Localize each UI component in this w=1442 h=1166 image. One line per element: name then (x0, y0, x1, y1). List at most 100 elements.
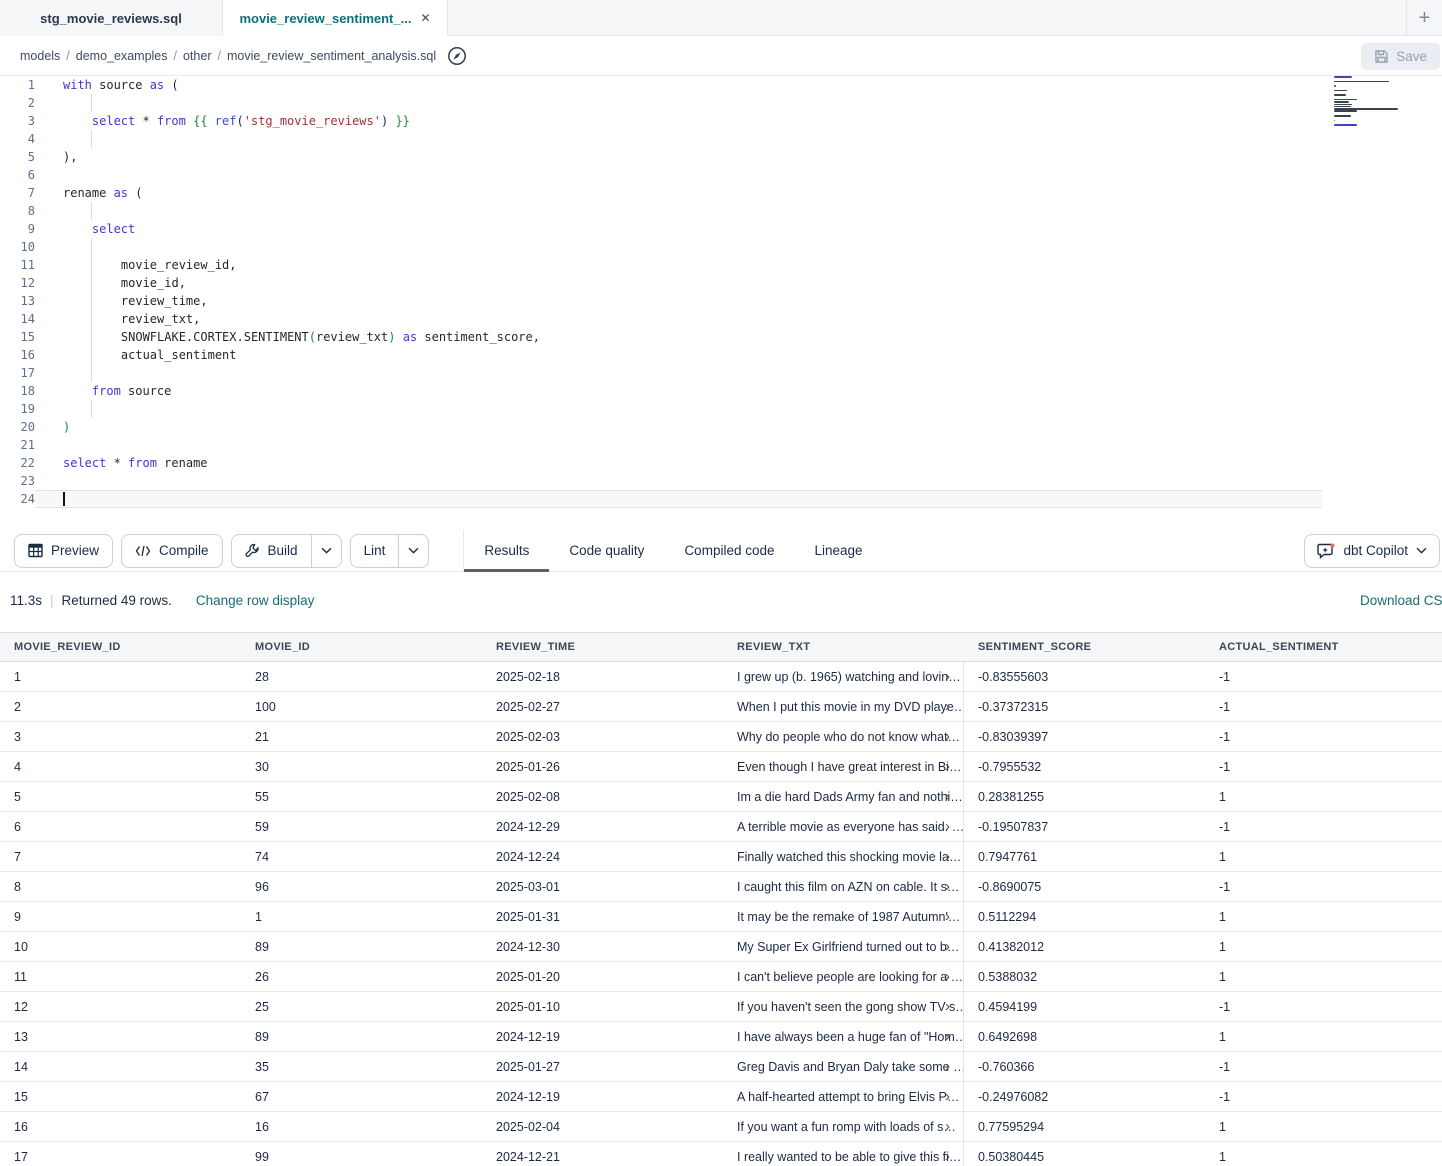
expand-review-icon[interactable]: › (945, 782, 950, 811)
expand-review-icon[interactable]: › (945, 1142, 950, 1166)
table-cell: 2025-02-18 (482, 662, 723, 692)
compile-label: Compile (159, 543, 209, 558)
review-txt-cell[interactable]: When I put this movie in my DVD playe…› (723, 692, 964, 722)
code-token: ) (63, 420, 70, 434)
file-tab-0[interactable]: stg_movie_reviews.sql (0, 0, 223, 36)
expand-review-icon[interactable]: › (945, 932, 950, 961)
table-cell: 2025-01-26 (482, 752, 723, 782)
lint-button[interactable]: Lint (351, 535, 399, 567)
expand-review-icon[interactable]: › (945, 692, 950, 721)
column-header-sentiment_score: SENTIMENT_SCORE (964, 633, 1205, 661)
code-editor[interactable]: 1with source as (23 select * from {{ ref… (0, 76, 1442, 530)
expand-review-icon[interactable]: › (945, 662, 950, 691)
expand-review-icon[interactable]: › (945, 722, 950, 751)
table-cell: 35 (241, 1052, 482, 1082)
table-row: 17992024-12-21I really wanted to be able… (0, 1142, 1442, 1166)
table-cell: 1 (1205, 1112, 1442, 1142)
line-code (35, 490, 1322, 508)
expand-review-icon[interactable]: › (945, 752, 950, 781)
expand-review-icon[interactable]: › (945, 842, 950, 871)
review-txt-cell[interactable]: I can't believe people are looking for a… (723, 962, 964, 992)
cell-value: 2025-02-18 (496, 670, 560, 684)
minimap-line (1334, 94, 1346, 96)
expand-review-icon[interactable]: › (945, 1112, 950, 1141)
tab-compiled-code[interactable]: Compiled code (664, 530, 794, 572)
cell-value: 1 (1219, 970, 1226, 984)
review-txt-cell[interactable]: Im a die hard Dads Army fan and nothi…› (723, 782, 964, 812)
tab-results[interactable]: Results (464, 530, 549, 572)
table-cell: 1 (1205, 782, 1442, 812)
editor-line: 23 (0, 472, 1442, 490)
compass-icon[interactable] (446, 45, 468, 67)
table-cell: 89 (241, 932, 482, 962)
expand-review-icon[interactable]: › (945, 872, 950, 901)
review-txt-cell[interactable]: Greg Davis and Bryan Daly take some …› (723, 1052, 964, 1082)
review-txt-cell[interactable]: If you want a fun romp with loads of s…› (723, 1112, 964, 1142)
tab-code-quality[interactable]: Code quality (549, 530, 664, 572)
cell-value: 12 (14, 1000, 28, 1014)
cell-value: 15 (14, 1090, 28, 1104)
cell-value: 59 (255, 820, 269, 834)
expand-review-icon[interactable]: › (945, 962, 950, 991)
lint-button-group: Lint (350, 534, 430, 568)
editor-line: 12 movie_id, (0, 274, 1442, 292)
minimap-line (1334, 124, 1357, 126)
expand-review-icon[interactable]: › (945, 1082, 950, 1111)
review-txt-cell[interactable]: It may be the remake of 1987 Autumn'…› (723, 902, 964, 932)
cell-value: 0.4594199 (978, 1000, 1037, 1014)
line-code: ) (35, 418, 1322, 436)
table-cell: 55 (241, 782, 482, 812)
preview-button[interactable]: Preview (14, 534, 113, 568)
cell-value: 2024-12-19 (496, 1030, 560, 1044)
download-csv-link[interactable]: Download CSV (1360, 593, 1442, 608)
tab-lineage[interactable]: Lineage (795, 530, 883, 572)
result-tab-label: Results (484, 543, 529, 558)
compile-button[interactable]: Compile (121, 534, 223, 568)
table-cell: 0.5112294 (964, 902, 1205, 932)
table-row: 15672024-12-19A half-hearted attempt to … (0, 1082, 1442, 1112)
review-txt-cell[interactable]: Even though I have great interest in Bi…… (723, 752, 964, 782)
tab-close-icon[interactable]: ✕ (420, 11, 430, 25)
line-code: actual_sentiment (35, 346, 1322, 364)
table-cell: 2025-01-27 (482, 1052, 723, 1082)
expand-review-icon[interactable]: › (945, 812, 950, 841)
lint-dropdown-button[interactable] (398, 535, 428, 567)
editor-line: 10 (0, 238, 1442, 256)
review-txt-cell[interactable]: Finally watched this shocking movie la…› (723, 842, 964, 872)
expand-review-icon[interactable]: › (945, 1022, 950, 1051)
expand-review-icon[interactable]: › (945, 902, 950, 931)
code-token: actual_sentiment (92, 348, 237, 362)
editor-line: 8 (0, 202, 1442, 220)
cell-value: I can't believe people are looking for a… (737, 970, 963, 984)
review-txt-cell[interactable]: My Super Ex Girlfriend turned out to b…› (723, 932, 964, 962)
file-tab-1-active[interactable]: movie_review_sentiment_...✕ (223, 0, 448, 37)
new-tab-button[interactable]: + (1406, 0, 1442, 36)
save-button[interactable]: Save (1361, 43, 1440, 70)
cell-value: 74 (255, 850, 269, 864)
change-row-display-link[interactable]: Change row display (196, 593, 315, 608)
review-txt-cell[interactable]: If you haven't seen the gong show TV s…› (723, 992, 964, 1022)
code-token: as (403, 330, 417, 344)
cell-value: -1 (1219, 1090, 1230, 1104)
results-table-header: MOVIE_REVIEW_IDMOVIE_IDREVIEW_TIMEREVIEW… (0, 633, 1442, 662)
build-dropdown-button[interactable] (311, 535, 341, 567)
dbt-copilot-button[interactable]: dbt Copilot (1304, 534, 1440, 568)
review-txt-cell[interactable]: I really wanted to be able to give this … (723, 1142, 964, 1166)
editor-minimap[interactable] (1334, 76, 1400, 131)
expand-review-icon[interactable]: › (945, 1052, 950, 1081)
build-button[interactable]: Build (232, 535, 311, 567)
review-txt-cell[interactable]: A half-hearted attempt to bring Elvis P…… (723, 1082, 964, 1112)
review-txt-cell[interactable]: A terrible movie as everyone has said. …… (723, 812, 964, 842)
table-cell: -0.7955532 (964, 752, 1205, 782)
code-token: select (63, 456, 106, 470)
review-txt-cell[interactable]: I caught this film on AZN on cable. It s… (723, 872, 964, 902)
review-txt-cell[interactable]: I have always been a huge fan of "Hom…› (723, 1022, 964, 1052)
review-txt-cell[interactable]: Why do people who do not know what…› (723, 722, 964, 752)
expand-review-icon[interactable]: › (945, 992, 950, 1021)
review-txt-cell[interactable]: I grew up (b. 1965) watching and lovin…› (723, 662, 964, 692)
table-cell: 30 (241, 752, 482, 782)
preview-table-icon (28, 543, 43, 558)
cell-value: 2025-01-31 (496, 910, 560, 924)
cell-value: -0.24976082 (978, 1090, 1048, 1104)
column-header-review_time: REVIEW_TIME (482, 633, 723, 661)
